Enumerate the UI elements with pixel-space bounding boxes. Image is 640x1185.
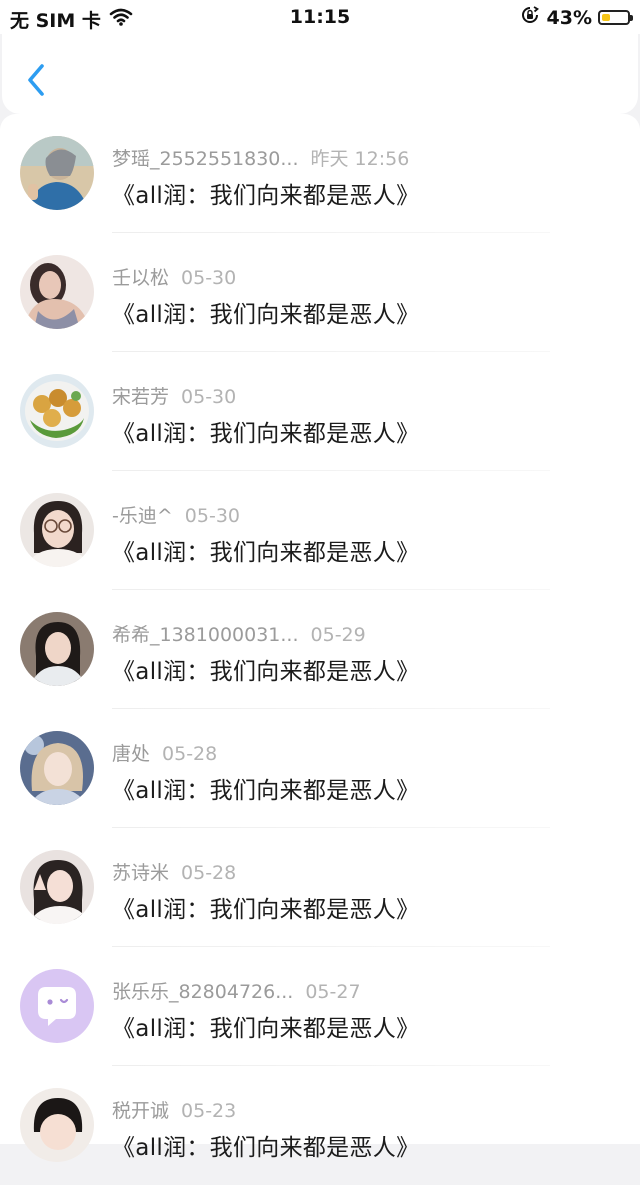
- message-time: 05-30: [184, 505, 240, 527]
- sender-name: 苏诗米: [112, 862, 170, 884]
- message-meta: 希希_1381000031... 05-29: [112, 620, 366, 647]
- message-preview: 《all润：我们向来都是恶人》: [112, 302, 420, 328]
- message-list: 梦瑶_2552551830... 昨天 12:56 《all润：我们向来都是恶人》…: [0, 114, 640, 1162]
- sender-name: 梦瑶_2552551830...: [112, 148, 299, 170]
- message-meta: 唐处 05-28: [112, 739, 217, 766]
- chevron-left-icon[interactable]: [20, 60, 52, 100]
- message-time: 05-30: [181, 267, 237, 289]
- message-list-item[interactable]: 唐处 05-28 《all润：我们向来都是恶人》: [0, 709, 640, 828]
- message-time: 05-23: [181, 1100, 237, 1122]
- user-avatar[interactable]: [20, 374, 94, 448]
- message-meta: 张乐乐_82804726... 05-27: [112, 977, 361, 1004]
- message-list-item[interactable]: 张乐乐_82804726... 05-27 《all润：我们向来都是恶人》: [0, 947, 640, 1066]
- user-avatar[interactable]: [20, 850, 94, 924]
- status-bar: 无 SIM 卡 11:15 43%: [0, 0, 640, 34]
- user-avatar[interactable]: [20, 612, 94, 686]
- user-avatar[interactable]: [20, 731, 94, 805]
- user-avatar[interactable]: [20, 136, 94, 210]
- message-preview: 《all润：我们向来都是恶人》: [112, 540, 420, 566]
- sender-name: 希希_1381000031...: [112, 624, 299, 646]
- battery-nub: [630, 15, 633, 21]
- message-time: 05-28: [181, 862, 237, 884]
- navigation-bar: [2, 34, 638, 114]
- message-preview: 《all润：我们向来都是恶人》: [112, 421, 420, 447]
- message-preview: 《all润：我们向来都是恶人》: [112, 659, 420, 685]
- message-list-item[interactable]: 壬以松 05-30 《all润：我们向来都是恶人》: [0, 233, 640, 352]
- message-list-item[interactable]: 税开诚 05-23 《all润：我们向来都是恶人》: [0, 1066, 640, 1185]
- message-list-item[interactable]: 梦瑶_2552551830... 昨天 12:56 《all润：我们向来都是恶人》: [0, 114, 640, 233]
- battery-percent: 43%: [546, 6, 592, 29]
- user-avatar[interactable]: [20, 493, 94, 567]
- message-preview: 《all润：我们向来都是恶人》: [112, 1135, 420, 1161]
- message-meta: 梦瑶_2552551830... 昨天 12:56: [112, 144, 409, 171]
- message-meta: 壬以松 05-30: [112, 263, 236, 290]
- message-time: 05-30: [181, 386, 237, 408]
- message-meta: 宋若芳 05-30: [112, 382, 236, 409]
- message-list-item[interactable]: 宋若芳 05-30 《all润：我们向来都是恶人》: [0, 352, 640, 471]
- sender-name: 壬以松: [112, 267, 170, 289]
- message-time: 昨天 12:56: [310, 148, 410, 170]
- message-meta: 苏诗米 05-28: [112, 858, 236, 885]
- sender-name: -乐迪^: [112, 505, 173, 527]
- message-time: 05-28: [162, 743, 218, 765]
- user-avatar[interactable]: [20, 1088, 94, 1162]
- message-preview: 《all润：我们向来都是恶人》: [112, 183, 420, 209]
- message-meta: 税开诚 05-23: [112, 1096, 236, 1123]
- battery-level-fill: [602, 14, 611, 21]
- rotation-lock-icon: [521, 6, 539, 29]
- message-meta: -乐迪^ 05-30: [112, 501, 240, 528]
- message-time: 05-27: [305, 981, 361, 1003]
- sender-name: 张乐乐_82804726...: [112, 981, 294, 1003]
- message-list-item[interactable]: 希希_1381000031... 05-29 《all润：我们向来都是恶人》: [0, 590, 640, 709]
- message-preview: 《all润：我们向来都是恶人》: [112, 897, 420, 923]
- sender-name: 唐处: [112, 743, 151, 765]
- chat-bubble-icon[interactable]: [20, 969, 94, 1043]
- sender-name: 宋若芳: [112, 386, 170, 408]
- message-preview: 《all润：我们向来都是恶人》: [112, 778, 420, 804]
- message-list-item[interactable]: 苏诗米 05-28 《all润：我们向来都是恶人》: [0, 828, 640, 947]
- message-list-item[interactable]: -乐迪^ 05-30 《all润：我们向来都是恶人》: [0, 471, 640, 590]
- sender-name: 税开诚: [112, 1100, 170, 1122]
- battery-group: 43%: [521, 6, 633, 29]
- message-time: 05-29: [310, 624, 366, 646]
- message-preview: 《all润：我们向来都是恶人》: [112, 1016, 420, 1042]
- user-avatar[interactable]: [20, 255, 94, 329]
- battery-icon: [598, 10, 633, 25]
